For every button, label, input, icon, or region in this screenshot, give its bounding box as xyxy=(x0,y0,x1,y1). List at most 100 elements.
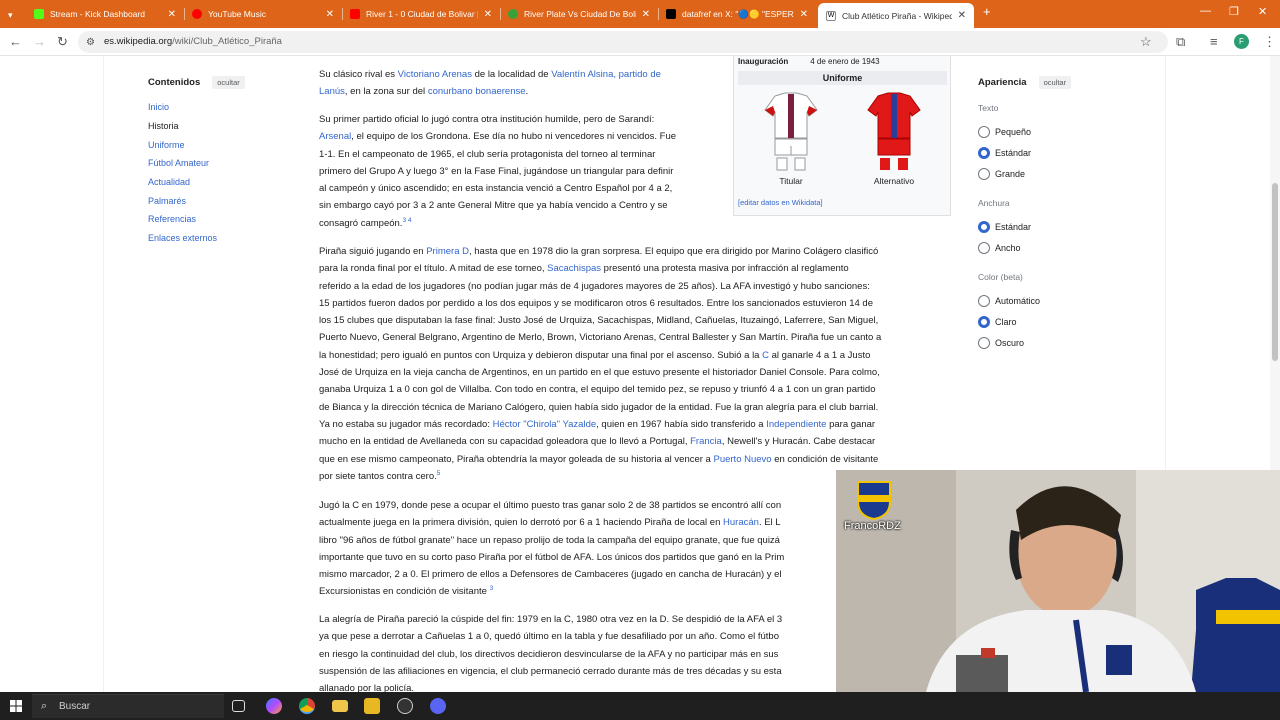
chrome-icon[interactable] xyxy=(299,698,315,714)
tab-kick[interactable]: Stream - Kick Dashboard ✕ xyxy=(26,3,184,25)
tab-search-icon[interactable]: ▾ xyxy=(8,7,13,23)
obs-icon[interactable] xyxy=(397,698,413,714)
discord-icon[interactable] xyxy=(430,698,446,714)
browser-toolbar: ← → ↻ ⚙ es.wikipedia.org/wiki/Club_Atlét… xyxy=(0,28,1280,56)
toc-item-inicio[interactable]: Inicio xyxy=(148,102,169,112)
minimize-icon[interactable]: — xyxy=(1200,5,1211,17)
link-huracan[interactable]: Huracán xyxy=(723,517,759,528)
back-icon[interactable]: ← xyxy=(9,34,22,50)
calculator-icon[interactable] xyxy=(364,698,380,714)
link-arsenal[interactable]: Arsenal xyxy=(319,131,351,142)
toc-hide-button[interactable]: ocultar xyxy=(212,76,245,89)
toc-item-historia[interactable]: Historia xyxy=(148,121,179,131)
tab-wikipedia[interactable]: W Club Atlético Piraña - Wikipedi ✕ xyxy=(818,3,974,28)
text-size-standard-option[interactable]: Estándar xyxy=(978,147,1031,159)
paragraph-rival: Su clásico rival es Victoriano Arenas de… xyxy=(319,69,661,98)
reload-icon[interactable]: ↻ xyxy=(57,34,68,50)
radio-selected-icon xyxy=(978,316,990,328)
color-light-option[interactable]: Claro xyxy=(978,316,1017,328)
bookmark-star-icon[interactable]: ☆ xyxy=(1140,34,1152,50)
home-kit-image[interactable] xyxy=(761,92,821,172)
close-tab-icon[interactable]: ✕ xyxy=(642,9,650,20)
link-lanus[interactable]: Lanús xyxy=(319,86,345,97)
close-tab-icon[interactable]: ✕ xyxy=(958,10,966,21)
youtube-icon xyxy=(350,9,360,19)
new-tab-icon[interactable]: + xyxy=(983,4,991,19)
windows-taskbar: ⌕ Buscar xyxy=(0,692,1280,720)
width-wide-option[interactable]: Ancho xyxy=(978,242,1021,254)
width-standard-option[interactable]: Estándar xyxy=(978,221,1031,233)
close-window-icon[interactable]: ✕ xyxy=(1258,5,1267,18)
text-size-large-option[interactable]: Grande xyxy=(978,168,1025,180)
link-independiente[interactable]: Independiente xyxy=(766,419,826,430)
appearance-hide-button[interactable]: ocultar xyxy=(1038,76,1072,89)
close-tab-icon[interactable]: ✕ xyxy=(800,9,808,20)
webcam-feed-image xyxy=(836,470,1280,692)
link-hector-yazalde[interactable]: Héctor "Chirola" Yazalde xyxy=(493,419,597,430)
url-text[interactable]: es.wikipedia.org/wiki/Club_Atlético_Pira… xyxy=(104,36,282,47)
menu-kebab-icon[interactable]: ⋮ xyxy=(1263,34,1276,50)
address-bar[interactable]: ⚙ es.wikipedia.org/wiki/Club_Atlético_Pi… xyxy=(78,31,1168,53)
soccer-icon xyxy=(508,9,518,19)
toc-title: Contenidos ocultar xyxy=(148,76,298,89)
infobox-inauguration-row: Inauguración 4 de enero de 1943 xyxy=(738,57,880,66)
youtube-music-icon xyxy=(192,9,202,19)
profile-avatar[interactable]: F xyxy=(1234,34,1249,49)
link-puerto-nuevo[interactable]: Puerto Nuevo xyxy=(713,454,771,465)
reference-link[interactable]: 5 xyxy=(437,470,441,477)
toc-item-actualidad[interactable]: Actualidad xyxy=(148,177,190,187)
toc-item-uniforme[interactable]: Uniforme xyxy=(148,140,185,150)
appearance-panel: Apariencia ocultar Texto Pequeño Estándar… xyxy=(978,76,1158,349)
kick-icon xyxy=(34,9,44,19)
link-primera-c[interactable]: C xyxy=(762,350,769,361)
close-tab-icon[interactable]: ✕ xyxy=(168,9,176,20)
toc-item-enlaces-externos[interactable]: Enlaces externos xyxy=(148,233,217,243)
away-kit-image[interactable] xyxy=(864,92,924,172)
radio-selected-icon xyxy=(978,221,990,233)
toc-item-palmares[interactable]: Palmarés xyxy=(148,196,186,206)
reading-list-icon[interactable]: ≡ xyxy=(1210,34,1218,50)
webcam-overlay: FrancoRDZ xyxy=(836,470,1280,692)
site-info-icon[interactable]: ⚙ xyxy=(86,35,95,51)
streamer-name: FrancoRDZ xyxy=(844,520,901,532)
paragraph-1979: Jugó la C en 1979, donde pese a ocupar e… xyxy=(319,500,785,598)
tab-river-vs-bolivar[interactable]: River Plate Vs Ciudad De Bolivar ✕ xyxy=(500,3,658,25)
task-view-icon[interactable] xyxy=(232,700,245,712)
taskbar-search-box[interactable]: ⌕ Buscar xyxy=(32,694,224,718)
tab-youtube-river[interactable]: River 1 - 0 Ciudad de Bolivar | ✕ xyxy=(342,3,500,25)
link-francia[interactable]: Francia xyxy=(690,436,722,447)
link-valentin-alsina[interactable]: Valentín Alsina, partido de xyxy=(551,69,661,80)
reference-link[interactable]: 3 xyxy=(490,585,494,593)
text-size-small-option[interactable]: Pequeño xyxy=(978,126,1031,138)
toc-item-futbol-amateur[interactable]: Fútbol Amateur xyxy=(148,158,209,168)
search-icon: ⌕ xyxy=(41,700,48,712)
close-tab-icon[interactable]: ✕ xyxy=(484,9,492,20)
reference-link[interactable]: 3 4 xyxy=(402,217,411,224)
windows-start-icon[interactable] xyxy=(10,700,22,712)
extensions-icon[interactable]: ⧉ xyxy=(1176,34,1185,50)
maximize-icon[interactable]: ❐ xyxy=(1229,5,1239,18)
radio-icon xyxy=(978,242,990,254)
close-tab-icon[interactable]: ✕ xyxy=(326,9,334,20)
text-size-label: Texto xyxy=(978,103,999,113)
radio-icon xyxy=(978,337,990,349)
tab-x-post[interactable]: datafref en X: "🔵🟡 "ESPERAM ✕ xyxy=(658,3,816,25)
link-conurbano[interactable]: conurbano bonaerense xyxy=(428,86,526,97)
toc-item-referencias[interactable]: Referencias xyxy=(148,214,196,224)
link-sacachispas[interactable]: Sacachispas xyxy=(547,263,601,274)
color-dark-option[interactable]: Oscuro xyxy=(978,337,1024,349)
width-label: Anchura xyxy=(978,198,1010,208)
copilot-icon[interactable] xyxy=(266,698,282,714)
home-kit-label: Titular xyxy=(779,176,803,186)
link-victoriano-arenas[interactable]: Victoriano Arenas xyxy=(398,69,472,80)
edit-wikidata-link[interactable]: [editar datos en Wikidata] xyxy=(738,198,823,207)
file-explorer-icon[interactable] xyxy=(332,700,348,712)
color-automatic-option[interactable]: Automático xyxy=(978,295,1040,307)
boca-juniors-crest-icon xyxy=(857,481,891,520)
paragraph-1978: Piraña siguió jugando en Primera D, hast… xyxy=(319,246,882,482)
away-kit-label: Alternativo xyxy=(873,176,915,186)
scrollbar-thumb[interactable] xyxy=(1272,183,1278,361)
tab-youtube-music[interactable]: YouTube Music ✕ xyxy=(184,3,342,25)
link-primera-d[interactable]: Primera D xyxy=(426,246,469,257)
forward-icon[interactable]: → xyxy=(33,34,46,50)
